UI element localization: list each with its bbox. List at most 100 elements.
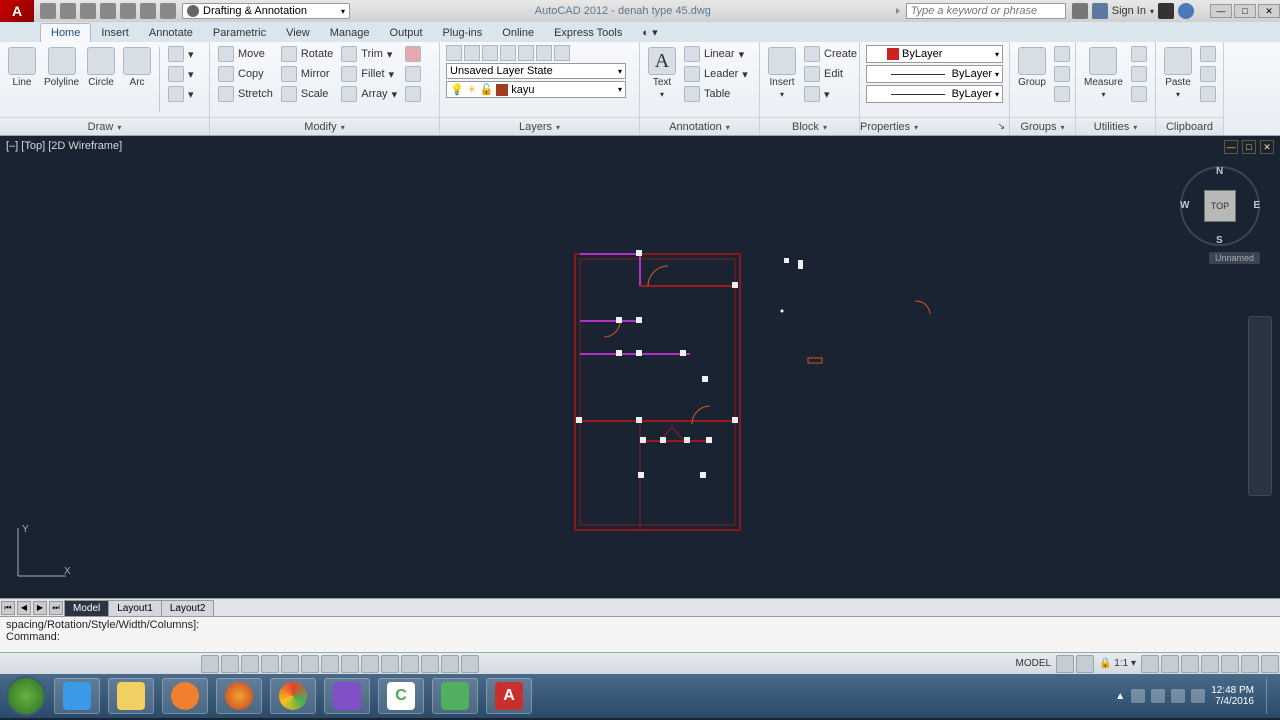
edit-block-button[interactable]: Edit — [802, 65, 859, 83]
tab-online[interactable]: Online — [492, 24, 544, 42]
model-space-label[interactable]: MODEL — [1011, 658, 1055, 669]
ducs-toggle[interactable] — [341, 655, 359, 673]
linetype-dropdown[interactable]: ByLayer▾ — [866, 85, 1003, 103]
quickview-drawings-button[interactable] — [1076, 655, 1094, 673]
anno-vis-toggle[interactable] — [1141, 655, 1159, 673]
navigation-bar[interactable] — [1248, 316, 1272, 496]
layer-state-dropdown[interactable]: Unsaved Layer State▾ — [446, 63, 626, 79]
lwt-toggle[interactable] — [381, 655, 399, 673]
copy-button[interactable]: Copy — [216, 65, 275, 83]
taskbar-app1[interactable] — [324, 678, 370, 714]
layer-current-dropdown[interactable]: 💡 ☀ 🔓 kayu ▾ — [446, 81, 626, 98]
doc-close-button[interactable]: ✕ — [1260, 140, 1274, 154]
tab-home[interactable]: Home — [40, 23, 91, 42]
qat-redo-icon[interactable] — [160, 3, 176, 19]
circle-button[interactable]: Circle — [85, 45, 117, 90]
layer-off-icon[interactable] — [518, 45, 534, 61]
layer-freeze-icon[interactable] — [500, 45, 516, 61]
qat-print-icon[interactable] — [120, 3, 136, 19]
ortho-toggle[interactable] — [241, 655, 259, 673]
scale-button[interactable]: Scale — [279, 85, 335, 103]
tray-battery-icon[interactable] — [1191, 689, 1205, 703]
taskbar-chrome[interactable] — [270, 678, 316, 714]
layout-next-button[interactable]: ▶ — [33, 601, 47, 615]
minimize-button[interactable]: — — [1210, 4, 1232, 18]
groupbbox-button[interactable] — [1052, 85, 1072, 103]
tab-plugins[interactable]: Plug-ins — [433, 24, 493, 42]
stretch-button[interactable]: Stretch — [216, 85, 275, 103]
show-desktop-button[interactable] — [1266, 678, 1274, 714]
infocenter-icon[interactable] — [1072, 3, 1088, 19]
viewcube[interactable]: TOP N S E W — [1180, 166, 1260, 246]
tab-express[interactable]: Express Tools — [544, 24, 632, 42]
layout-first-button[interactable]: ⏮ — [1, 601, 15, 615]
start-button[interactable] — [6, 676, 46, 716]
am-toggle[interactable] — [461, 655, 479, 673]
create-block-button[interactable]: Create — [802, 45, 859, 63]
snap-toggle[interactable] — [201, 655, 219, 673]
cleanscreen-button[interactable] — [1261, 655, 1279, 673]
erase-button[interactable] — [403, 45, 423, 63]
layer-prop-icon[interactable] — [446, 45, 462, 61]
rotate-button[interactable]: Rotate — [279, 45, 335, 63]
trim-button[interactable]: Trim ▾ — [339, 45, 399, 63]
maximize-button[interactable]: □ — [1234, 4, 1256, 18]
tab-extra-icon[interactable]: ◐ ▾ — [632, 23, 667, 42]
isolate-button[interactable] — [1241, 655, 1259, 673]
app-logo[interactable]: A — [0, 0, 34, 22]
sc-toggle[interactable] — [441, 655, 459, 673]
qat-new-icon[interactable] — [40, 3, 56, 19]
explode-button[interactable] — [403, 65, 423, 83]
taskbar-firefox[interactable] — [216, 678, 262, 714]
line-button[interactable]: Line — [6, 45, 38, 90]
polar-toggle[interactable] — [261, 655, 279, 673]
osnap-toggle[interactable] — [281, 655, 299, 673]
text-button[interactable]: AText▾ — [646, 45, 678, 101]
copyclip-button[interactable] — [1198, 65, 1218, 83]
taskbar-ie[interactable] — [54, 678, 100, 714]
close-button[interactable]: ✕ — [1258, 4, 1280, 18]
polyline-button[interactable]: Polyline — [42, 45, 81, 90]
hatch-button[interactable]: ▾ — [166, 85, 196, 103]
qat-undo-icon[interactable] — [140, 3, 156, 19]
command-line[interactable]: spacing/Rotation/Style/Width/Columns]: C… — [0, 616, 1280, 652]
qat-saveas-icon[interactable] — [100, 3, 116, 19]
layout-prev-button[interactable]: ◀ — [17, 601, 31, 615]
groupedit-button[interactable] — [1052, 65, 1072, 83]
measure-button[interactable]: Measure▾ — [1082, 45, 1125, 101]
layer-lock-icon[interactable] — [536, 45, 552, 61]
layer-state-icon[interactable] — [464, 45, 480, 61]
tray-network-icon[interactable] — [1151, 689, 1165, 703]
selectall-button[interactable] — [1129, 85, 1149, 103]
anno-scale[interactable]: 🔒 1:1 ▾ — [1095, 658, 1140, 669]
leader-button[interactable]: Leader ▾ — [682, 65, 750, 83]
qp-toggle[interactable] — [421, 655, 439, 673]
workspace-dropdown[interactable]: Drafting & Annotation ▾ — [182, 3, 350, 19]
help-icon[interactable] — [1178, 3, 1194, 19]
tray-action-icon[interactable] — [1131, 689, 1145, 703]
color-dropdown[interactable]: ByLayer▾ — [866, 45, 1003, 63]
3dosnap-toggle[interactable] — [301, 655, 319, 673]
table-button[interactable]: Table — [682, 85, 750, 103]
tab-manage[interactable]: Manage — [320, 24, 380, 42]
move-button[interactable]: Move — [216, 45, 275, 63]
viewport-label[interactable]: [–] [Top] [2D Wireframe] — [6, 140, 122, 152]
tab-insert[interactable]: Insert — [91, 24, 139, 42]
tpy-toggle[interactable] — [401, 655, 419, 673]
fillet-button[interactable]: Fillet ▾ — [339, 65, 399, 83]
layer-match-icon[interactable] — [554, 45, 570, 61]
exchange-icon[interactable] — [1158, 3, 1174, 19]
grid-toggle[interactable] — [221, 655, 239, 673]
viewcube-face[interactable]: TOP — [1204, 190, 1236, 222]
select-button[interactable] — [1129, 45, 1149, 63]
otrack-toggle[interactable] — [321, 655, 339, 673]
doc-minimize-button[interactable]: — — [1224, 140, 1238, 154]
doc-restore-button[interactable]: □ — [1242, 140, 1256, 154]
tray-volume-icon[interactable] — [1171, 689, 1185, 703]
anno-auto-toggle[interactable] — [1161, 655, 1179, 673]
help-search-input[interactable] — [906, 3, 1066, 19]
array-button[interactable]: Array ▾ — [339, 85, 399, 103]
ungroup-button[interactable] — [1052, 45, 1072, 63]
hardware-accel-button[interactable] — [1221, 655, 1239, 673]
taskbar-explorer[interactable] — [108, 678, 154, 714]
